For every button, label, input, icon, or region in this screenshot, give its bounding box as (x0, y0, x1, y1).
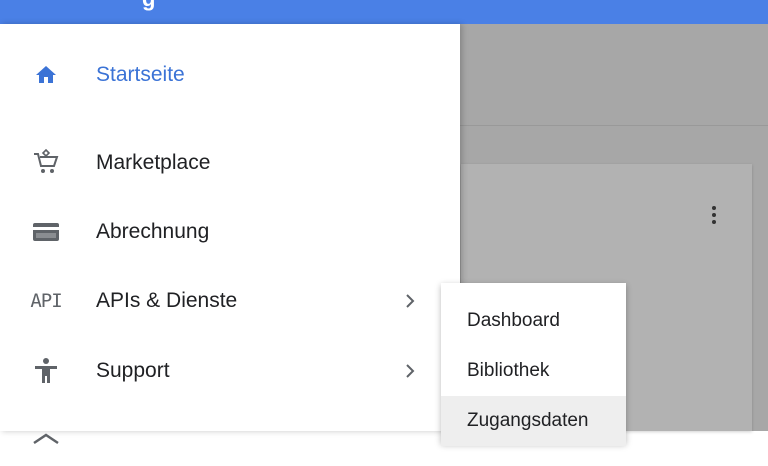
nav-label: Marketplace (96, 151, 211, 174)
marketplace-cart-icon (28, 148, 64, 178)
billing-card-icon (28, 217, 64, 247)
submenu-item-bibliothek[interactable]: Bibliothek (441, 346, 626, 396)
nav-item-apis-dienste[interactable]: API APIs & Dienste (0, 276, 460, 326)
page-divider (460, 125, 768, 126)
top-bar-title-fragment: g (142, 0, 155, 12)
nav-label: Abrechnung (96, 220, 210, 243)
home-icon (28, 60, 64, 90)
submenu-item-zugangsdaten[interactable]: Zugangsdaten (441, 396, 626, 446)
submenu-label: Bibliothek (467, 360, 550, 381)
top-app-bar: g (0, 0, 768, 24)
navigation-drawer: Startseite Marketplace Abrechnung API AP (0, 24, 460, 445)
nav-item-marketplace[interactable]: Marketplace (0, 138, 460, 188)
nav-label: Support (96, 359, 170, 382)
support-person-icon (28, 356, 64, 386)
apis-submenu: Dashboard Bibliothek Zugangsdaten (441, 283, 626, 446)
chevron-right-icon (400, 361, 420, 381)
nav-label: Startseite (96, 63, 185, 86)
nav-label: APIs & Dienste (96, 289, 238, 312)
submenu-label: Zugangsdaten (467, 410, 589, 431)
nav-item-support[interactable]: Support (0, 346, 460, 396)
nav-item-startseite[interactable]: Startseite (0, 50, 460, 100)
chevron-right-icon (400, 291, 420, 311)
submenu-item-dashboard[interactable]: Dashboard (441, 296, 626, 346)
nav-item-abrechnung[interactable]: Abrechnung (0, 207, 460, 257)
nav-item-partial[interactable] (0, 416, 460, 466)
more-options-icon[interactable] (704, 203, 724, 227)
api-icon: API (28, 286, 64, 316)
api-icon-text: API (30, 290, 62, 312)
submenu-label: Dashboard (467, 310, 560, 331)
